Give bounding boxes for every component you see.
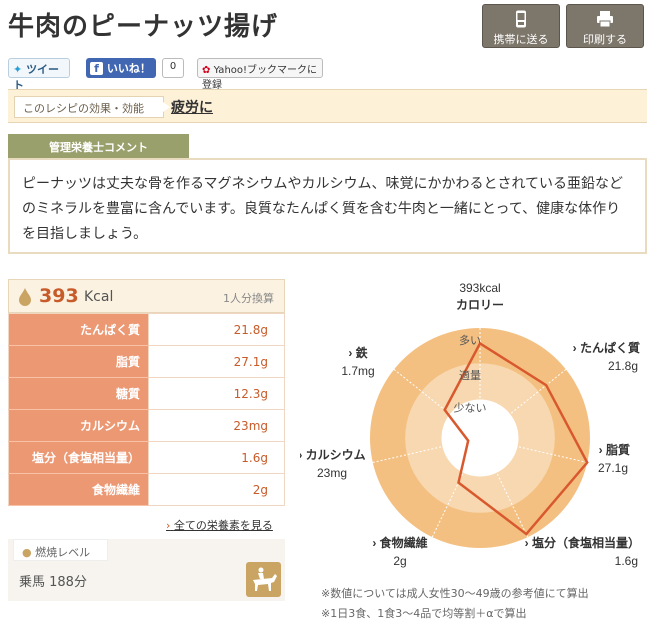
nutrition-table: たんぱく質 21.8g 脂質 27.1g 糖質 12.3g カルシウム 23mg 塩分（…: [8, 313, 285, 506]
nutrient-value: 2g: [148, 473, 285, 506]
burn-level-title: 燃焼レベル: [35, 546, 91, 559]
flame-drop-icon: [19, 288, 31, 306]
table-row: 糖質 12.3g: [8, 377, 285, 410]
nutrient-value: 23mg: [148, 409, 285, 442]
yahoo-bookmark-button[interactable]: ✿ Yahoo!ブックマークに登録: [197, 58, 323, 91]
radar-level-label: 少ない: [454, 402, 487, 415]
nutrient-name: 塩分（食塩相当量）: [8, 441, 149, 474]
radar-level-label: 適量: [459, 368, 481, 382]
radar-kcal-value: 393kcal: [459, 281, 500, 295]
nutrition-radar-chart: 多い適量少ない 393kcal カロリー › たんぱく質 21.8g › 脂質 27.1g ›…: [298, 278, 650, 598]
nutrient-name: 糖質: [8, 377, 149, 410]
twitter-bird-icon: ✦: [13, 63, 23, 76]
burn-level-value: 乗馬 188分: [19, 575, 87, 590]
calorie-value: 393: [39, 285, 79, 307]
all-nutrients-label: 全ての栄養素を見る: [173, 519, 273, 532]
nutrient-value: 21.8g: [148, 313, 285, 346]
nutrient-value: 27.1g: [148, 345, 285, 378]
radar-level-label: 多い: [459, 333, 481, 347]
nutrient-name: 脂質: [8, 345, 149, 378]
radar-axis-value: 2g: [393, 554, 406, 568]
radar-axis-label: › 食物繊維: [372, 535, 427, 550]
footnote-1: ※数値については成人女性30〜49歳の参考値にて算出: [321, 587, 589, 600]
comment-text: ピーナッツは丈夫な骨を作るマグネシウムやカルシウム、味覚にかかわるとされている亜…: [8, 158, 647, 254]
flame-drop-icon: ●: [22, 546, 32, 559]
mobile-phone-icon: [516, 10, 526, 28]
nutrition-card: 393 Kcal 1人分換算 たんぱく質 21.8g 脂質 27.1g 糖質 12.3…: [8, 279, 285, 506]
calorie-unit: Kcal: [84, 289, 114, 305]
calorie-header: 393 Kcal 1人分換算: [8, 279, 285, 313]
per-serving-note: 1人分換算: [223, 292, 274, 305]
table-row: 食物繊維 2g: [8, 473, 285, 506]
comment-title: 管理栄養士コメント: [8, 134, 189, 158]
radar-chart-svg: 多い適量少ない 393kcal カロリー › たんぱく質 21.8g › 脂質 27.1g ›…: [298, 281, 640, 568]
print-label: 印刷する: [583, 33, 627, 46]
radar-axis-value: 1.7mg: [341, 364, 374, 378]
nutrient-value: 1.6g: [148, 441, 285, 474]
nutrient-name: 食物繊維: [8, 473, 149, 506]
burn-level-label: ● 燃焼レベル: [13, 539, 108, 561]
send-to-mobile-label: 携帯に送る: [493, 33, 549, 46]
yahoo-bookmark-icon: ✿: [202, 65, 211, 76]
nutrient-value: 12.3g: [148, 377, 285, 410]
footnote-2: ※1日3食、1食3〜4品で均等割＋αで算出: [321, 607, 527, 620]
yahoo-bookmark-label: Yahoo!ブックマークに登録: [202, 65, 318, 91]
radar-axis-value: 21.8g: [608, 359, 638, 373]
table-row: 脂質 27.1g: [8, 345, 285, 378]
printer-icon: [597, 11, 613, 28]
table-row: カルシウム 23mg: [8, 409, 285, 442]
radar-axis-label: › カルシウム: [300, 448, 366, 462]
radar-axis-value: 27.1g: [598, 461, 628, 475]
like-label: いいね！: [106, 62, 151, 75]
effect-label: このレシピの効果・効能: [14, 96, 170, 118]
nutrient-name: カルシウム: [8, 409, 149, 442]
send-to-mobile-button[interactable]: 携帯に送る: [482, 4, 560, 48]
facebook-like-button[interactable]: f いいね！: [86, 58, 156, 78]
radar-kcal-label: カロリー: [456, 298, 504, 312]
radar-axis-value: 1.6g: [615, 554, 638, 568]
print-button[interactable]: 印刷する: [566, 4, 644, 48]
recipe-effect-bar: このレシピの効果・効能 疲労に: [8, 89, 647, 123]
tweet-button[interactable]: ✦ ツイート: [8, 58, 70, 92]
radar-axis-label: › たんぱく質: [573, 340, 640, 355]
burn-level-panel: ● 燃焼レベル 乗馬 188分: [8, 539, 285, 601]
table-row: 塩分（食塩相当量） 1.6g: [8, 441, 285, 474]
horse-riding-icon: [246, 562, 281, 597]
chevron-right-icon: ›: [166, 519, 171, 532]
radar-axis-label: › 鉄: [348, 345, 367, 360]
radar-axis-label: › 脂質: [599, 442, 630, 457]
like-count: 0: [162, 58, 184, 78]
page-title: 牛肉のピーナッツ揚げ: [8, 12, 279, 42]
nutrient-name: たんぱく質: [8, 313, 149, 346]
all-nutrients-link[interactable]: › 全ての栄養素を見る: [166, 517, 273, 533]
facebook-icon: f: [90, 62, 103, 75]
radar-axis-label: › 塩分（食塩相当量）: [525, 535, 640, 550]
table-row: たんぱく質 21.8g: [8, 313, 285, 346]
effect-link[interactable]: 疲労に: [171, 97, 213, 117]
radar-axis-value: 23mg: [317, 466, 347, 480]
